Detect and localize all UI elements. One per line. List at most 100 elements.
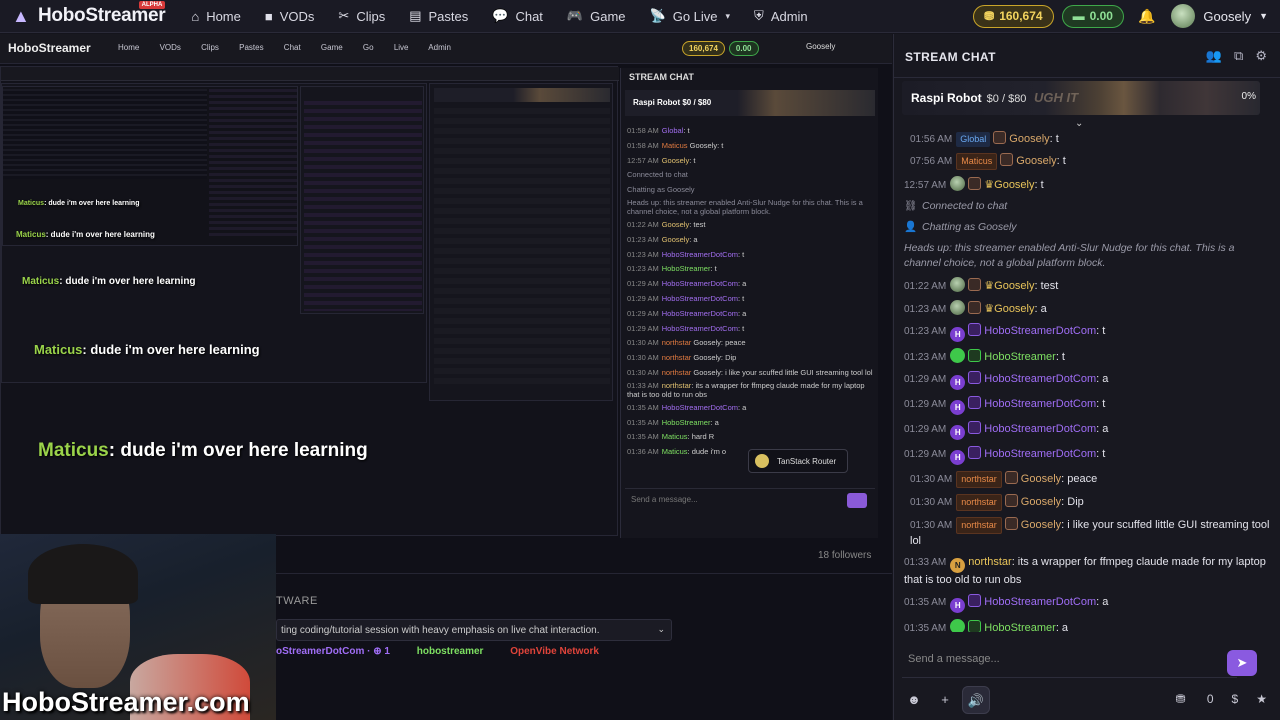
nav-item-vods[interactable]: ■ VODs — [253, 0, 327, 33]
nested-lines-2 — [434, 108, 610, 388]
rec-message: 01:35 AM HoboStreamerDotCom: a — [627, 402, 747, 412]
user-avatar[interactable]: N — [950, 558, 966, 573]
timestamp: 01:30 AM — [910, 520, 953, 531]
goal-title: Raspi Robot $0 / $80 — [911, 91, 1027, 105]
user-avatar[interactable] — [950, 176, 966, 191]
rec-message: 01:22 AM Goosely: test — [627, 219, 706, 229]
timestamp: 01:33 AM — [904, 557, 947, 568]
username[interactable]: Goosely — [994, 280, 1034, 292]
star-icon[interactable]: ★ — [1256, 692, 1267, 706]
users-icon[interactable]: 👥 — [1206, 48, 1222, 64]
chat-message[interactable]: 01:30 AM northstar Goosely: peace — [894, 468, 1280, 491]
user-avatar[interactable]: H — [950, 425, 966, 440]
chat-message[interactable]: 01:29 AM H HoboStreamerDotCom: a — [894, 368, 1280, 393]
overlay-line-5: Maticus: dude i'm over here learning — [38, 440, 368, 461]
rec-cash: 0.00 — [728, 41, 759, 56]
reply-tag[interactable]: northstar — [956, 494, 1002, 511]
reply-tag[interactable]: northstar — [956, 471, 1002, 488]
brand-logo[interactable]: ▲ HoboStreamer ALPHA — [12, 1, 166, 27]
user-avatar[interactable] — [950, 348, 966, 363]
user-avatar[interactable]: H — [950, 327, 966, 342]
username[interactable]: HoboStreamerDotCom — [984, 325, 1096, 337]
nav-item-clips[interactable]: ✂ Clips — [326, 0, 397, 33]
stream-video[interactable]: HoboStreamer Home VODs Clips Pastes Chat… — [0, 34, 892, 720]
nav-item-chat[interactable]: 💬 Chat — [480, 0, 555, 33]
reply-tag[interactable]: northstar — [956, 517, 1002, 534]
bell-icon[interactable]: 🔔 — [1138, 8, 1155, 25]
gold-balance[interactable]: ⛃ 160,674 — [973, 4, 1054, 28]
chat-message[interactable]: 12:57 AM ♛Goosely: t — [894, 173, 1280, 196]
dollar-icon[interactable]: $ — [1232, 692, 1239, 706]
user-avatar[interactable]: H — [950, 400, 966, 415]
nav-item-home[interactable]: ⌂ Home — [179, 0, 253, 33]
chat-message[interactable]: 01:29 AM H HoboStreamerDotCom: a — [894, 418, 1280, 443]
user-avatar[interactable] — [950, 277, 966, 292]
emoji-icon[interactable]: ☻ — [900, 686, 928, 714]
link-hobostreamerdotcom[interactable]: oStreamerDotCom · ⊕ 1 — [276, 646, 390, 657]
chat-message[interactable]: 01:22 AM ♛Goosely: test — [894, 274, 1280, 297]
user-avatar[interactable] — [950, 300, 966, 315]
gear-icon[interactable]: ⚙ — [1255, 48, 1267, 64]
nav-item-game[interactable]: 🎮 Game — [555, 0, 638, 33]
cash-balance[interactable]: ▬ 0.00 — [1061, 4, 1124, 28]
username[interactable]: HoboStreamerDotCom — [984, 448, 1096, 460]
username[interactable]: HoboStreamerDotCom — [984, 423, 1096, 435]
badge-icon — [968, 620, 982, 632]
gift-count[interactable]: ⛃ 0 — [1175, 692, 1213, 706]
nav-label: Game — [590, 8, 626, 24]
username[interactable]: Goosely — [1009, 133, 1049, 145]
username[interactable]: northstar — [968, 556, 1011, 568]
username[interactable]: Goosely — [994, 303, 1034, 315]
rec-message: 01:35 AM HoboStreamer: a — [627, 417, 719, 427]
chat-toolbar-right: ⛃ 0 $ ★ — [1157, 692, 1267, 706]
send-button[interactable]: ➤ — [1227, 650, 1257, 676]
username[interactable]: HoboStreamer — [984, 622, 1056, 632]
user-avatar[interactable]: H — [950, 450, 966, 465]
chat-message[interactable]: 07:56 AM Maticus Goosely: t — [894, 150, 1280, 173]
username[interactable]: Goosely — [1016, 155, 1056, 167]
chat-message[interactable]: 01:23 AM H HoboStreamerDotCom: t — [894, 320, 1280, 345]
reply-tag[interactable]: Global — [956, 132, 991, 147]
user-menu[interactable]: Goosely ▼ — [1171, 4, 1268, 28]
chat-message[interactable]: 01:56 AM Global Goosely: t — [894, 128, 1280, 150]
username[interactable]: Goosely — [1021, 519, 1061, 531]
username[interactable]: Goosely — [994, 179, 1034, 191]
plus-icon[interactable]: + — [931, 686, 959, 714]
nav-item-pastes[interactable]: ▤ Pastes — [397, 0, 480, 33]
chat-input[interactable]: Send a message... — [902, 646, 1237, 678]
username[interactable]: HoboStreamerDotCom — [984, 398, 1096, 410]
chat-message[interactable]: 01:33 AM Nnorthstar: its a wrapper for ff… — [894, 552, 1280, 591]
user-avatar[interactable] — [950, 619, 966, 632]
user-avatar[interactable]: H — [950, 375, 966, 390]
reply-tag[interactable]: Maticus — [956, 153, 998, 170]
channel-links: oStreamerDotCom · ⊕ 1 hobostreamer OpenV… — [276, 646, 623, 657]
username[interactable]: HoboStreamerDotCom — [984, 596, 1096, 608]
tts-icon[interactable]: 🔊 — [962, 686, 990, 714]
shield-icon — [968, 177, 982, 190]
chat-message[interactable]: 01:35 AM H HoboStreamerDotCom: a — [894, 591, 1280, 616]
username[interactable]: HoboStreamer — [984, 351, 1056, 363]
chat-message[interactable]: 01:35 AM HoboStreamer: a — [894, 616, 1280, 632]
nav-item-admin[interactable]: ⛨ Admin — [742, 0, 820, 33]
username[interactable]: HoboStreamerDotCom — [984, 373, 1096, 385]
chat-message[interactable]: 01:23 AM HoboStreamer: t — [894, 345, 1280, 368]
nav-item-go-live[interactable]: 📡 Go Live ▾ — [638, 0, 743, 33]
chat-messages[interactable]: 01:56 AM Global Goosely: t 07:56 AM Maticus G… — [894, 128, 1280, 632]
badge-icon — [968, 594, 982, 607]
popout-icon[interactable]: ⧉ — [1234, 48, 1243, 64]
goal-banner[interactable]: Raspi Robot $0 / $80 UGH IT 0% — [902, 81, 1260, 115]
user-avatar[interactable]: H — [950, 598, 966, 613]
stream-description[interactable]: ting coding/tutorial session with heavy … — [276, 619, 672, 641]
username[interactable]: Goosely — [1021, 473, 1061, 485]
chat-message[interactable]: 01:23 AM ♛Goosely: a — [894, 297, 1280, 320]
chat-message[interactable]: 01:29 AM H HoboStreamerDotCom: t — [894, 443, 1280, 468]
timestamp: 01:30 AM — [910, 474, 953, 485]
section-heading: TWARE — [276, 595, 318, 607]
chat-message[interactable]: 01:30 AM northstar Goosely: Dip — [894, 491, 1280, 514]
username[interactable]: Goosely — [1021, 496, 1061, 508]
chat-message[interactable]: 01:30 AM northstar Goosely: i like your sc… — [894, 514, 1280, 552]
chat-message[interactable]: 01:29 AM H HoboStreamerDotCom: t — [894, 393, 1280, 418]
link-hobostreamer[interactable]: hobostreamer — [417, 646, 484, 657]
message-text: : t — [1056, 155, 1066, 167]
link-openvibe[interactable]: OpenVibe Network — [510, 646, 599, 657]
